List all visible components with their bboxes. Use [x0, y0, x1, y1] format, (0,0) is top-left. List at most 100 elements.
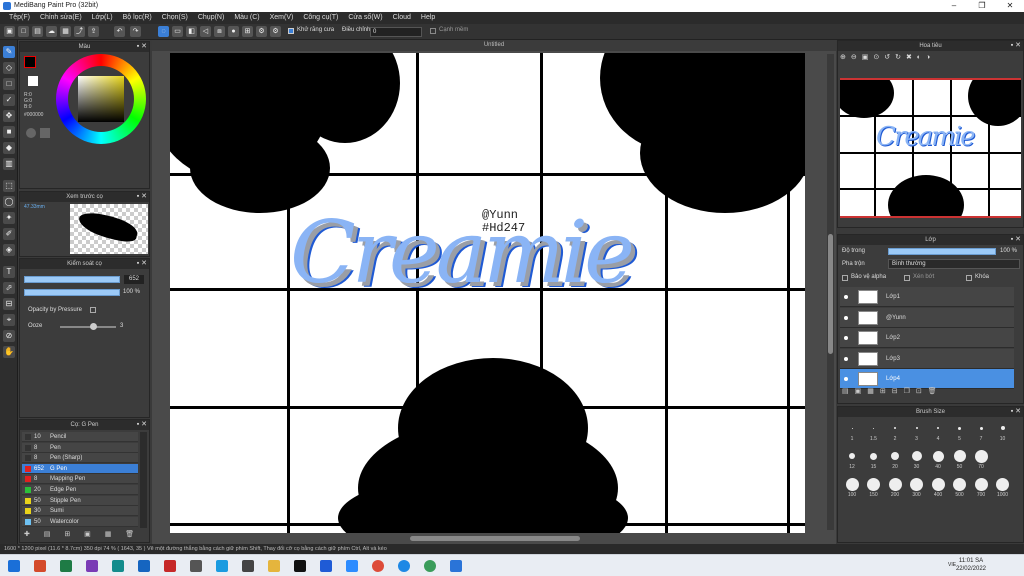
flip-icon[interactable]: ◁ [200, 26, 211, 37]
brush-size-option[interactable]: 700 [971, 477, 991, 498]
brush-size-option[interactable]: 40 [928, 449, 948, 470]
select-eraser-icon[interactable]: ◈ [3, 244, 15, 256]
layer-row[interactable]: Lớp3 [840, 348, 1014, 369]
brush-size-option[interactable]: 500 [950, 477, 970, 498]
word-icon[interactable] [320, 560, 332, 572]
vertical-scrollbar[interactable] [827, 54, 834, 530]
document-canvas[interactable]: @Yunn #Hd247 Creamie [170, 53, 805, 533]
brush-size-option[interactable]: 15 [864, 449, 884, 470]
menu-window[interactable]: Cửa sổ(W) [343, 12, 387, 24]
office-icon[interactable] [34, 560, 46, 572]
medibang-icon[interactable] [450, 560, 462, 572]
opacity-by-pressure-checkbox[interactable] [90, 307, 96, 313]
bucket-tool-icon[interactable]: ◆ [3, 142, 15, 154]
hue-ring[interactable] [56, 54, 146, 144]
eye-icon[interactable] [844, 336, 848, 340]
transform-icon[interactable]: ⧈ [214, 26, 225, 37]
brush-size-option[interactable]: 300 [907, 477, 927, 498]
hand-tool-icon[interactable]: ✋ [3, 346, 15, 358]
brush-size-option[interactable]: 10 [993, 421, 1013, 442]
shape-tool-icon[interactable]: □ [3, 78, 15, 90]
eye-icon[interactable] [844, 295, 848, 299]
folder-icon[interactable] [268, 560, 280, 572]
horizontal-scroll-thumb[interactable] [410, 536, 580, 541]
panel-close-icon[interactable]: ▪ ✕ [137, 420, 147, 430]
maximize-button[interactable]: ❐ [968, 0, 996, 12]
panel-close-icon[interactable]: ▪ ✕ [137, 192, 147, 202]
outlook-icon[interactable] [138, 560, 150, 572]
size-slider[interactable] [24, 276, 120, 283]
select-tool-icon[interactable]: ⬚ [3, 180, 15, 192]
canvas-area[interactable]: Untitled @Yunn #Hd247 Creamie [152, 40, 836, 544]
select-lasso-icon[interactable]: ◌ [158, 26, 169, 37]
protect-alpha-checkbox[interactable] [842, 275, 848, 281]
tiktok-icon[interactable] [294, 560, 306, 572]
brush-item[interactable]: 8 Pen [22, 442, 138, 453]
edge-icon[interactable] [398, 560, 410, 572]
rect-fill-tool-icon[interactable]: ■ [3, 126, 15, 138]
menu-tools[interactable]: Công cụ(T) [298, 12, 343, 24]
background-swatch[interactable] [28, 76, 38, 86]
access-icon[interactable] [164, 560, 176, 572]
brush-size-option[interactable]: 12 [842, 449, 862, 470]
text-tool-icon[interactable]: T [3, 266, 15, 278]
menu-select[interactable]: Chọn(S) [157, 12, 193, 24]
brush-list-scrollbar[interactable] [140, 432, 147, 528]
layer-row[interactable]: @Yunn [840, 307, 1014, 328]
menu-cloud[interactable]: Cloud [388, 12, 416, 24]
brush-item[interactable]: 50 Stipple Pen [22, 495, 138, 506]
adjust-input[interactable]: 0 [370, 27, 422, 37]
brush-size-option[interactable]: 4 [928, 421, 948, 442]
menu-snap[interactable]: Chụp(N) [193, 12, 229, 24]
brush-size-option[interactable]: 20 [885, 449, 905, 470]
eraser-tool-icon[interactable]: ◇ [3, 62, 15, 74]
clipping-checkbox[interactable] [904, 275, 910, 281]
redo-icon[interactable]: ↷ [130, 26, 141, 37]
select-rect-icon[interactable]: ▭ [172, 26, 183, 37]
brush-tool-icon[interactable]: ✎ [3, 46, 15, 58]
move-tool-icon[interactable]: ✥ [3, 110, 15, 122]
edge-checkbox[interactable] [430, 28, 436, 34]
brush-size-option[interactable]: 100 [842, 477, 862, 498]
gear-icon[interactable]: ⚙ [256, 26, 267, 37]
color-mode-icon[interactable] [40, 128, 50, 138]
menu-filter[interactable]: Bộ lọc(R) [118, 12, 157, 24]
layer-row[interactable]: Lớp4 [840, 369, 1014, 389]
brush-size-option[interactable]: 5 [950, 421, 970, 442]
store-icon[interactable] [216, 560, 228, 572]
brush-size-option[interactable]: 70 [971, 449, 991, 470]
brush-item[interactable]: 20 Edge Pen [22, 485, 138, 495]
panel-close-icon[interactable]: ▪ ✕ [1011, 235, 1021, 245]
vertical-scroll-thumb[interactable] [828, 234, 833, 354]
brush-list-actions[interactable]: ✚ ▤ ⊞ ▣ ▦ 🗑 [24, 530, 144, 540]
horizontal-scrollbar[interactable] [170, 535, 810, 542]
panel-close-icon[interactable]: ▪ ✕ [1011, 41, 1021, 51]
publisher-icon[interactable] [112, 560, 124, 572]
navigator-controls[interactable]: ⊕⊖▣⊙↺↻✖◐◑ [840, 53, 1021, 67]
gradient-tool-icon[interactable]: ▥ [3, 158, 15, 170]
menu-view[interactable]: Xem(V) [265, 12, 299, 24]
clock[interactable]: 11:01 SA 22/02/2022 [956, 557, 986, 573]
brush-size-option[interactable]: 1.5 [864, 421, 884, 442]
deselect-icon[interactable]: ● [228, 26, 239, 37]
ooze-slider[interactable] [60, 323, 116, 330]
eye-icon[interactable] [844, 356, 848, 361]
blend-select[interactable]: Bình thường [888, 259, 1020, 269]
open-icon[interactable]: □ [18, 26, 29, 37]
menu-color[interactable]: Màu (C) [229, 12, 264, 24]
brush-size-option[interactable]: 30 [907, 449, 927, 470]
magic-wand-icon[interactable]: ✦ [3, 212, 15, 224]
divide-tool-icon[interactable]: ⊟ [3, 298, 15, 310]
saturation-square[interactable] [78, 76, 124, 122]
windows-start-icon[interactable] [8, 560, 20, 572]
snap-icon[interactable]: ⊞ [242, 26, 253, 37]
foreground-swatch[interactable] [24, 56, 36, 68]
layer-row[interactable]: Lớp2 [840, 328, 1014, 348]
brush-size-option[interactable]: 200 [885, 477, 905, 498]
dot-tool-icon[interactable]: ✓ [3, 94, 15, 106]
save-icon[interactable]: ▤ [32, 26, 43, 37]
new-file-icon[interactable]: ▣ [4, 26, 15, 37]
chrome-icon[interactable] [372, 560, 384, 572]
menu-edit[interactable]: Chỉnh sửa(E) [35, 12, 87, 24]
antialias-checkbox[interactable] [288, 28, 294, 34]
